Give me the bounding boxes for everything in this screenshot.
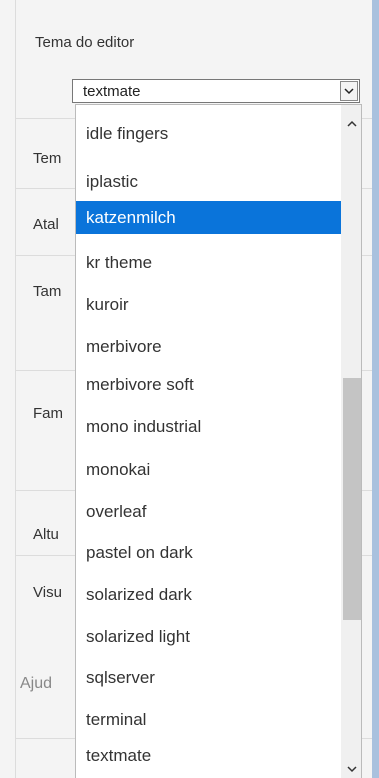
- setting-label-height: Altu: [33, 526, 59, 543]
- editor-theme-label: Tema do editor: [35, 34, 135, 51]
- help-section-title: Ajud: [20, 675, 53, 692]
- dropdown-scrollbar[interactable]: [341, 105, 361, 778]
- theme-option[interactable]: overleaf: [76, 495, 342, 528]
- chevron-down-icon[interactable]: [340, 81, 358, 101]
- theme-option[interactable]: solarized light: [76, 620, 342, 653]
- setting-label-shortcuts: Atal: [33, 216, 59, 233]
- setting-label-family: Fam: [33, 405, 63, 422]
- theme-option[interactable]: pastel on dark: [76, 536, 342, 569]
- settings-panel: Tema do editor Tem Atal Tam Fam Altu Vis…: [0, 0, 372, 778]
- theme-option[interactable]: mono industrial: [76, 410, 342, 443]
- theme-option[interactable]: sqlserver: [76, 661, 342, 694]
- theme-option[interactable]: solarized dark: [76, 578, 342, 611]
- theme-option[interactable]: iplastic: [76, 165, 342, 198]
- theme-option[interactable]: kuroir: [76, 288, 342, 321]
- setting-label-theme: Tem: [33, 150, 62, 167]
- setting-label-size: Tam: [33, 283, 62, 300]
- theme-option[interactable]: merbivore soft: [76, 368, 342, 401]
- chevron-up-icon[interactable]: [347, 114, 357, 132]
- theme-select[interactable]: textmate: [72, 79, 360, 103]
- theme-option[interactable]: kr theme: [76, 246, 342, 279]
- setting-label-visual: Visu: [33, 584, 62, 601]
- theme-option-selected[interactable]: katzenmilch: [76, 201, 342, 234]
- theme-option[interactable]: terminal: [76, 703, 342, 736]
- theme-dropdown-list: idle fingers iplastic katzenmilch kr the…: [75, 104, 362, 778]
- theme-option[interactable]: merbivore: [76, 330, 342, 363]
- theme-select-value: textmate: [83, 83, 141, 100]
- scrollbar-thumb[interactable]: [343, 378, 361, 620]
- theme-option[interactable]: monokai: [76, 453, 342, 486]
- theme-option[interactable]: idle fingers: [76, 117, 342, 150]
- theme-option[interactable]: textmate: [76, 739, 342, 772]
- chevron-down-icon[interactable]: [347, 760, 357, 778]
